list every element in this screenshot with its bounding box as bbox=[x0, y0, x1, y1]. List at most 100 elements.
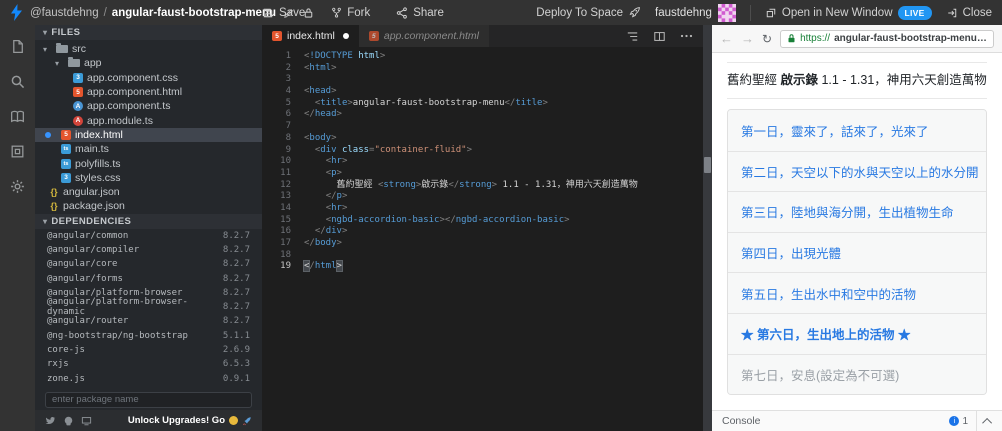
rocket-icon bbox=[628, 6, 641, 19]
expand-arrow-icon: ▾ bbox=[43, 44, 48, 54]
tree-item-polyfills.ts[interactable]: ts polyfills.ts bbox=[35, 156, 262, 170]
tab-index-html[interactable]: 5 index.html bbox=[262, 25, 359, 47]
code-line: 17 </body> bbox=[262, 238, 703, 250]
preview-page: 舊約聖經 啟示錄 1.1 - 1.31，神用六天創造萬物 第一日，靈來了，話來了… bbox=[712, 53, 1002, 410]
accordion-panel-header[interactable]: 第五日，生出水中和空中的活物 bbox=[728, 272, 986, 313]
file-tree: ▾ src ▾ app 3 app.component.css 5 app.component… bbox=[35, 40, 262, 214]
stackblitz-logo-icon[interactable] bbox=[10, 4, 23, 21]
line-number: 18 bbox=[280, 249, 291, 260]
fork-button[interactable]: Fork bbox=[331, 6, 370, 19]
tree-item-styles.css[interactable]: 3 styles.css bbox=[35, 171, 262, 185]
dependencies-section-header[interactable]: ▾ DEPENDENCIES bbox=[35, 213, 262, 229]
dependency-row[interactable]: core-js 2.6.9 bbox=[35, 343, 262, 357]
save-label: Save bbox=[279, 6, 306, 19]
close-button[interactable]: Close bbox=[946, 7, 992, 19]
share-button[interactable]: Share bbox=[396, 7, 444, 19]
expand-console-icon[interactable] bbox=[982, 417, 993, 428]
dependency-name: @angular/core bbox=[47, 259, 118, 270]
css-file-icon: 3 bbox=[61, 172, 71, 183]
dependency-version: 0.9.1 bbox=[222, 373, 250, 384]
dependency-row[interactable]: @angular/forms 8.2.7 bbox=[35, 271, 262, 285]
project-title: angular-faust-bootstrap-menu bbox=[111, 6, 276, 19]
split-editor-icon[interactable] bbox=[653, 31, 666, 42]
package-name-input[interactable] bbox=[45, 391, 252, 408]
line-number: 6 bbox=[285, 109, 291, 120]
code-line: 6 </head> bbox=[262, 109, 703, 121]
twitter-icon[interactable] bbox=[45, 416, 56, 426]
tree-item-index.html[interactable]: 5 index.html bbox=[35, 127, 262, 143]
devices-icon[interactable] bbox=[81, 416, 92, 426]
code-editor[interactable]: 1 <!DOCTYPE html> 2 <html> 3 4 <head> 5 <title>… bbox=[262, 47, 703, 431]
accordion-panel-header[interactable]: ★ 第六日，生出地上的活物 ★ bbox=[728, 312, 986, 354]
open-new-window-label: Open in New Window bbox=[781, 6, 893, 19]
more-actions-icon[interactable] bbox=[680, 34, 693, 38]
layout-icon[interactable] bbox=[0, 134, 35, 169]
dependency-row[interactable]: rxjs 6.5.3 bbox=[35, 357, 262, 371]
docs-icon[interactable] bbox=[0, 99, 35, 134]
external-window-icon bbox=[765, 7, 777, 19]
exit-icon bbox=[946, 7, 958, 19]
sidebar-footer: Unlock Upgrades! Go bbox=[35, 410, 262, 431]
outline-icon[interactable] bbox=[626, 31, 639, 42]
dependency-name: @angular/common bbox=[47, 230, 129, 241]
forward-arrow-icon[interactable]: → bbox=[741, 32, 754, 45]
dependency-row[interactable]: @ng-bootstrap/ng-bootstrap 5.1.1 bbox=[35, 329, 262, 343]
tree-item-main.ts[interactable]: ts main.ts bbox=[35, 142, 262, 156]
tree-item-app[interactable]: ▾ app bbox=[35, 56, 262, 70]
accordion-panel-header[interactable]: 第二日，天空以下的水與天空以上的水分開 bbox=[728, 150, 986, 192]
tree-item-app.component.ts[interactable]: Aapp.component.ts bbox=[35, 99, 262, 113]
dependency-version: 8.2.7 bbox=[222, 245, 250, 255]
save-icon bbox=[262, 7, 274, 19]
tree-item-app.module.ts[interactable]: Aapp.module.ts bbox=[35, 113, 262, 127]
dependency-version: 8.2.7 bbox=[222, 259, 250, 270]
file-name: package.json bbox=[63, 200, 125, 213]
dependency-row[interactable]: @angular/compiler 8.2.7 bbox=[35, 243, 262, 257]
search-icon[interactable] bbox=[0, 64, 35, 99]
accordion-panel-header[interactable]: 第四日，出現光體 bbox=[728, 231, 986, 273]
code-line: 10 <hr> bbox=[262, 156, 703, 168]
dependency-name: @angular/platform-browser-dynamic bbox=[47, 297, 188, 318]
live-badge: LIVE bbox=[897, 5, 932, 20]
line-number: 16 bbox=[280, 226, 291, 237]
dependency-version: 8.2.7 bbox=[222, 302, 250, 313]
divider bbox=[727, 98, 987, 99]
dependency-row[interactable]: @angular/platform-browser-dynamic 8.2.7 bbox=[35, 297, 262, 318]
url-bar[interactable]: https://angular-faust-bootstrap-menu.sta… bbox=[780, 29, 994, 48]
panel-resizer[interactable] bbox=[703, 25, 712, 431]
deploy-button[interactable]: Deploy To Space bbox=[536, 6, 641, 19]
save-button[interactable]: Save bbox=[262, 7, 305, 19]
github-icon[interactable] bbox=[63, 415, 74, 426]
line-number: 4 bbox=[285, 86, 291, 97]
file-name: src bbox=[72, 43, 86, 56]
json-file-icon: {} bbox=[50, 187, 58, 198]
console-bar[interactable]: Console i 1 bbox=[712, 410, 1002, 431]
open-new-window-button[interactable]: Open in New Window LIVE bbox=[765, 5, 932, 20]
tab-app-component-html[interactable]: 5 app.component.html bbox=[358, 25, 490, 47]
tree-item-package.json[interactable]: {} package.json bbox=[35, 199, 262, 213]
files-view-icon[interactable] bbox=[0, 29, 35, 64]
refresh-icon[interactable]: ↻ bbox=[762, 33, 772, 45]
dependency-row[interactable]: zone.js 0.9.1 bbox=[35, 372, 262, 386]
dependency-row[interactable]: @angular/common 8.2.7 bbox=[35, 229, 262, 243]
dependency-version: 8.2.7 bbox=[222, 230, 250, 241]
breadcrumb-user[interactable]: @faustdehng bbox=[30, 7, 99, 19]
tree-item-angular.json[interactable]: {} angular.json bbox=[35, 185, 262, 199]
settings-gear-icon[interactable] bbox=[0, 169, 35, 204]
tree-item-src[interactable]: ▾ src bbox=[35, 42, 262, 56]
accordion-panel-header[interactable]: 第三日，陸地與海分開，生出植物生命 bbox=[728, 191, 986, 232]
accordion-panel-header[interactable]: 第一日，靈來了，話來了，光來了 bbox=[728, 110, 986, 151]
back-arrow-icon[interactable]: ← bbox=[720, 32, 733, 45]
upgrade-cta[interactable]: Unlock Upgrades! Go bbox=[128, 415, 252, 426]
unsaved-dot-icon bbox=[342, 33, 349, 39]
user-menu[interactable]: faustdehng bbox=[655, 3, 736, 22]
tree-item-app.component.html[interactable]: 5 app.component.html bbox=[35, 85, 262, 99]
tree-item-app.component.css[interactable]: 3 app.component.css bbox=[35, 71, 262, 85]
dependency-version: 8.2.7 bbox=[222, 287, 250, 298]
dependency-name: @angular/forms bbox=[47, 273, 123, 284]
collapse-arrow-icon: ▾ bbox=[43, 28, 48, 37]
line-number: 3 bbox=[285, 74, 291, 85]
files-section-header[interactable]: ▾ FILES bbox=[35, 25, 262, 40]
ts-file-icon: ts bbox=[61, 144, 71, 155]
dependency-row[interactable]: @angular/core 8.2.7 bbox=[35, 257, 262, 271]
file-name: index.html bbox=[75, 128, 123, 141]
